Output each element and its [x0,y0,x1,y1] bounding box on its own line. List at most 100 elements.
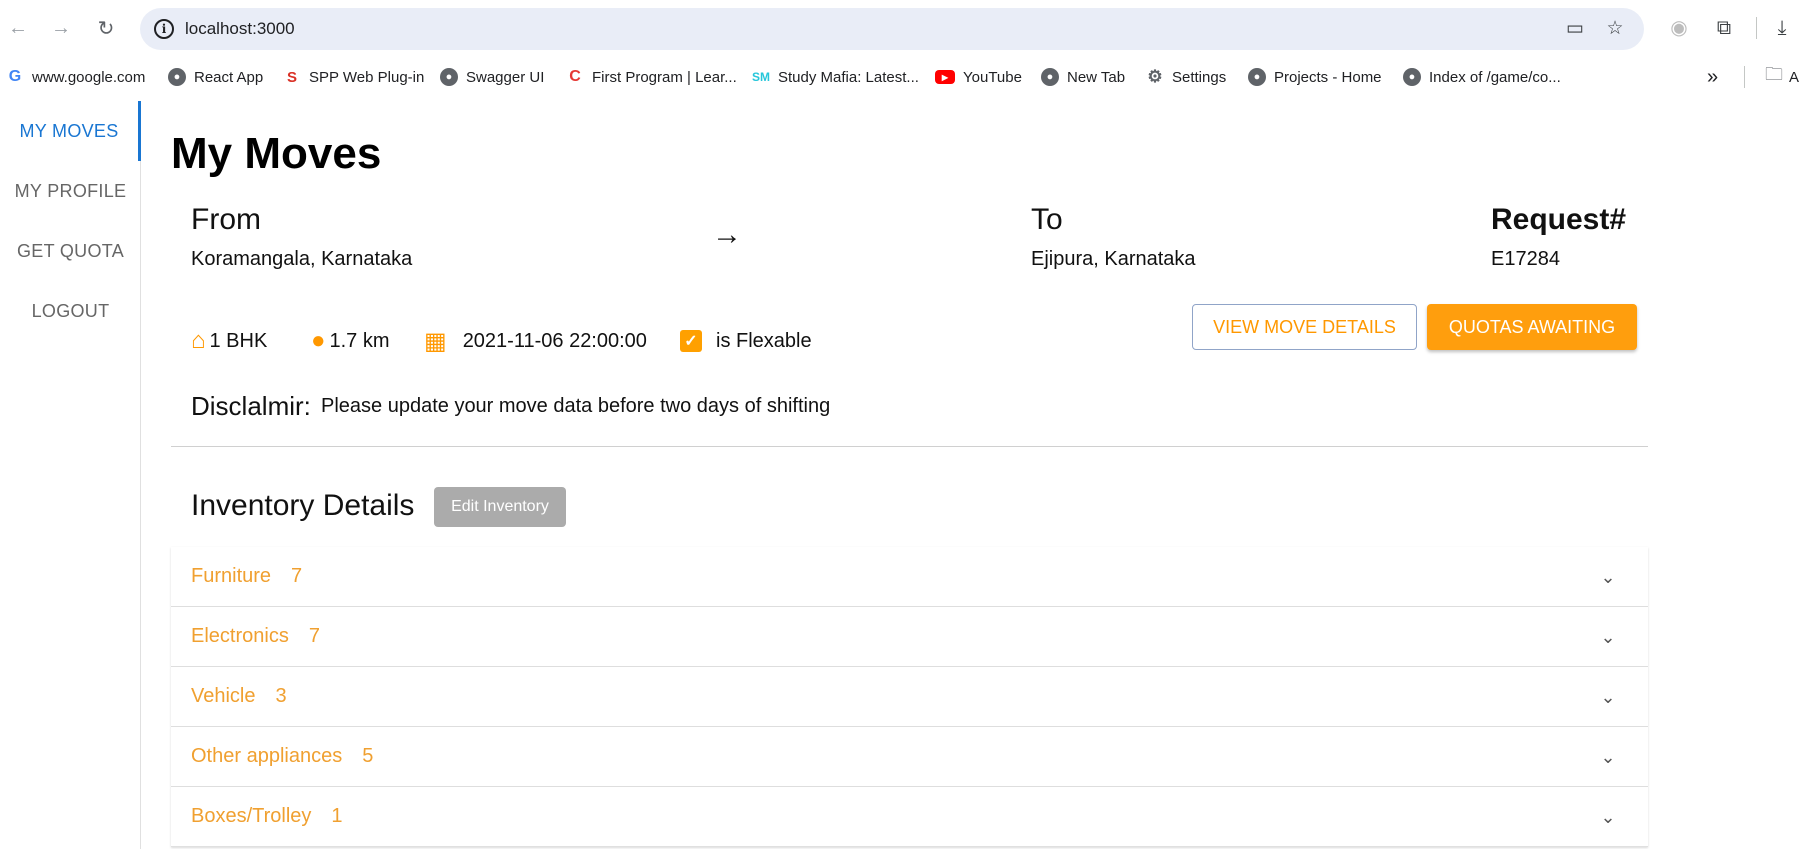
bookmark-label: YouTube [963,68,1022,86]
location-pin-icon: ● [311,327,326,354]
site-info-icon[interactable]: i [154,19,174,39]
sidebar-item-get-quota[interactable]: GET QUOTA [0,221,141,281]
address-bar[interactable]: i localhost:3000 ▭ ☆ [140,8,1644,50]
inventory-name: Boxes/Trolley [191,805,312,827]
inventory-count: 1 [331,805,343,827]
chevron-down-icon[interactable]: ⌄ [1596,805,1620,829]
bookmark-label: New Tab [1067,68,1126,86]
inventory-title: Inventory Details [191,489,415,522]
inventory-count: 7 [308,625,320,647]
sm-icon: SM [752,70,770,84]
disclaimer-label: Disclalmir: [191,391,311,421]
bookmarks-bar: G www.google.com ● React App S SPP Web P… [0,58,1803,94]
profile-icon[interactable]: ◉ [1665,14,1693,42]
youtube-icon: ▶ [935,70,955,84]
bookmark-settings[interactable]: ⚙ Settings [1146,66,1226,88]
accordion-vehicle[interactable]: Vehicle 3 ⌄ [171,667,1648,727]
download-icon[interactable]: ⤓ [1768,14,1796,42]
browser-toolbar: ← → ↻ i localhost:3000 ▭ ☆ ◉ ⧉ ⤓ [0,0,1803,58]
globe-icon: ● [1041,68,1059,86]
inventory-count: 7 [291,565,303,587]
chevron-down-icon[interactable]: ⌄ [1596,565,1620,589]
page-title: My Moves [171,129,382,178]
bookmark-new-tab[interactable]: ● New Tab [1041,66,1125,88]
inventory-name: Vehicle [191,685,256,707]
request-label: Request# [1491,203,1627,236]
edit-inventory-button[interactable]: Edit Inventory [434,487,566,527]
accordion-electronics[interactable]: Electronics 7 ⌄ [171,607,1648,667]
bookmark-projects[interactable]: ● Projects - Home [1248,66,1382,88]
globe-icon: ● [1403,68,1421,86]
bookmark-study-mafia[interactable]: SM Study Mafia: Latest... [752,66,919,88]
bookmark-label: SPP Web Plug-in [309,68,425,86]
bookmark-label: A [1789,68,1800,86]
sidebar-item-logout[interactable]: LOGOUT [0,281,141,341]
flexible-checkbox[interactable]: ✓ is Flexable [680,323,812,359]
request-value: E17284 [1491,248,1560,270]
bookmark-label: First Program | Lear... [592,68,737,86]
house-type: ⌂ 1 BHK [191,323,267,359]
spp-icon: S [286,68,297,86]
bookmarks-overflow-icon[interactable]: » [1707,66,1718,88]
house-type-value: 1 BHK [209,329,268,352]
bookmark-spp[interactable]: S SPP Web Plug-in [283,66,424,88]
home-icon: ⌂ [191,327,206,354]
c-icon: C [569,68,581,85]
datetime-value: 2021-11-06 22:00:00 [462,329,647,352]
distance: ● 1.7 km [311,323,390,359]
globe-icon: ● [168,68,186,86]
inventory-count: 5 [362,745,374,767]
bookmark-react-app[interactable]: ● React App [168,66,263,88]
bookmark-label: Swagger UI [466,68,545,86]
inventory-count: 3 [275,685,287,707]
bookmark-folder[interactable]: 🗀 A [1765,64,1800,88]
bookmark-google[interactable]: G www.google.com [6,66,146,88]
google-icon: G [8,68,22,85]
from-label: From [191,203,261,236]
bookmark-label: React App [194,68,264,86]
checkbox-checked-icon[interactable]: ✓ [680,330,702,352]
folder-icon: 🗀 [1765,64,1783,84]
inventory-name: Furniture [191,565,272,587]
globe-icon: ● [440,68,458,86]
accordion-other-appliances[interactable]: Other appliances 5 ⌄ [171,727,1648,787]
bookmark-youtube[interactable]: ▶ YouTube [935,66,1022,88]
to-value: Ejipura, Karnataka [1031,248,1196,270]
divider [1756,17,1757,39]
gear-icon: ⚙ [1147,67,1163,86]
bookmark-label: Projects - Home [1274,68,1382,86]
distance-value: 1.7 km [329,329,390,352]
chevron-down-icon[interactable]: ⌄ [1596,685,1620,709]
extensions-icon[interactable]: ⧉ [1710,14,1738,42]
bookmark-label: www.google.com [32,68,146,86]
divider [1744,66,1745,88]
bookmark-first-program[interactable]: C First Program | Lear... [566,66,737,88]
chevron-down-icon[interactable]: ⌄ [1596,625,1620,649]
bookmark-swagger[interactable]: ● Swagger UI [440,66,544,88]
arrow-right-icon: → [712,218,742,251]
accordion-furniture[interactable]: Furniture 7 ⌄ [171,547,1648,607]
inventory-name: Other appliances [191,745,343,767]
view-move-details-button[interactable]: VIEW MOVE DETAILS [1192,304,1417,350]
flexible-label: is Flexable [716,329,812,352]
install-app-icon[interactable]: ▭ [1564,18,1586,40]
forward-icon[interactable]: → [47,14,75,42]
url-text[interactable]: localhost:3000 [185,19,295,39]
sidebar-item-my-profile[interactable]: MY PROFILE [0,161,141,221]
bookmark-index-game[interactable]: ● Index of /game/co... [1403,66,1561,88]
inventory-name: Electronics [191,625,289,647]
quotas-awaiting-button[interactable]: QUOTAS AWAITING [1427,304,1637,350]
divider [171,446,1648,447]
bookmark-label: Index of /game/co... [1429,68,1561,86]
to-label: To [1031,203,1063,236]
bookmark-label: Study Mafia: Latest... [778,68,919,86]
sidebar-item-my-moves[interactable]: MY MOVES [0,101,141,161]
accordion-boxes-trolley[interactable]: Boxes/Trolley 1 ⌄ [171,787,1648,847]
calendar-icon: ▦ [424,327,447,355]
reload-icon[interactable]: ↻ [92,14,120,42]
star-icon[interactable]: ☆ [1604,18,1626,40]
move-datetime: ▦ 2021-11-06 22:00:00 [424,323,647,359]
from-value: Koramangala, Karnataka [191,248,413,270]
chevron-down-icon[interactable]: ⌄ [1596,745,1620,769]
back-icon[interactable]: ← [4,14,32,42]
